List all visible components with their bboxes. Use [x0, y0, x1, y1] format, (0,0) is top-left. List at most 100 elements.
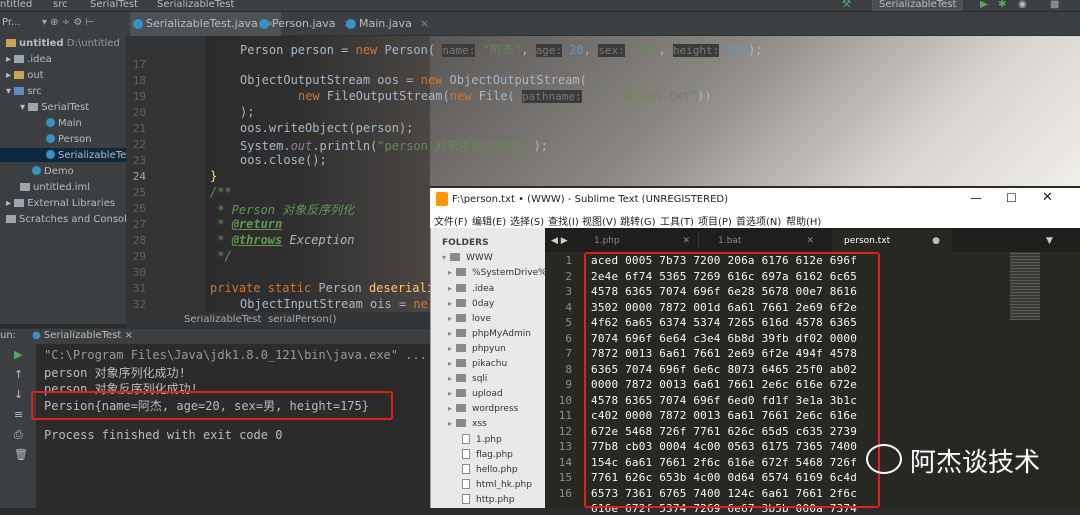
- build-icon[interactable]: ⚒: [842, 0, 851, 10]
- run-tab[interactable]: ● SerializableTest ×: [32, 330, 133, 341]
- tree-item-out[interactable]: ▸ out: [6, 70, 44, 81]
- nav-serialtest[interactable]: SerialTest: [90, 0, 138, 10]
- menu-tools[interactable]: 工具(T): [660, 213, 694, 228]
- stop-icon[interactable]: ■: [1050, 0, 1059, 10]
- file-icon: [462, 464, 470, 474]
- sublime-tab[interactable]: 1.php ✕: [594, 232, 699, 250]
- nav-project[interactable]: ntitled: [0, 0, 32, 10]
- tree-item-serialtest[interactable]: ▾ SerialTest: [20, 102, 89, 113]
- rerun-icon[interactable]: ▶: [14, 348, 22, 361]
- close-icon[interactable]: ✕: [1042, 190, 1053, 205]
- line-number: 13: [558, 440, 572, 453]
- line-number: 29: [132, 250, 146, 263]
- file-item[interactable]: http.php: [462, 494, 514, 505]
- folder-item[interactable]: ▸ .idea: [448, 284, 494, 294]
- line-number: 24: [132, 170, 146, 183]
- code-line: oos.close();: [240, 153, 327, 167]
- folder-item[interactable]: ▸ phpMyAdmin: [448, 329, 531, 339]
- menu-find[interactable]: 查找(I): [548, 213, 579, 228]
- maximize-icon[interactable]: ☐: [1006, 191, 1017, 205]
- tab-nav-arrows-icon[interactable]: ◀ ▶: [551, 232, 568, 250]
- coverage-icon[interactable]: ◉: [1018, 0, 1027, 10]
- file-item[interactable]: html_hk.php: [462, 479, 532, 490]
- minimize-icon[interactable]: —: [970, 191, 982, 205]
- class-icon: ●: [32, 330, 44, 341]
- menu-preferences[interactable]: 首选项(N): [736, 213, 781, 228]
- class-icon: [133, 19, 143, 29]
- folder-item[interactable]: ▸ sqli: [448, 374, 487, 384]
- close-icon[interactable]: ×: [420, 17, 429, 30]
- line-number: 26: [132, 202, 146, 215]
- line-number: 16: [558, 486, 572, 500]
- folder-icon: [456, 329, 467, 337]
- code-line: * @throws Exception: [210, 233, 355, 247]
- sublime-tab[interactable]: 1.bat ✕: [718, 232, 822, 250]
- folder-item[interactable]: ▸ upload: [448, 389, 503, 399]
- line-number: 18: [132, 74, 146, 87]
- class-icon: [46, 118, 55, 127]
- menu-project[interactable]: 项目(P): [698, 213, 732, 228]
- scratches-icon: [6, 215, 16, 223]
- tree-item-idea[interactable]: ▸ .idea: [6, 54, 52, 65]
- tree-item-demo[interactable]: Demo: [32, 166, 74, 177]
- tree-item-scratches[interactable]: Scratches and Consoles: [6, 214, 138, 225]
- menu-edit[interactable]: 编辑(E): [472, 213, 506, 228]
- tree-item-untitled[interactable]: untitled D:\untitled: [6, 38, 120, 49]
- tree-item-external-libraries[interactable]: ▸ External Libraries: [6, 198, 115, 209]
- file-item[interactable]: 1.php: [462, 434, 502, 445]
- folder-item[interactable]: ▸ phpyun: [448, 344, 506, 354]
- delete-icon[interactable]: 🗑: [14, 448, 28, 461]
- menu-selection[interactable]: 选择(S): [510, 213, 544, 228]
- ide-navbar: ntitled src SerialTest SerializableTest …: [0, 0, 1080, 12]
- print-icon[interactable]: ⎙: [14, 428, 23, 442]
- wrap-icon[interactable]: ≡: [14, 408, 23, 421]
- folder-www[interactable]: ▾ WWW: [442, 253, 493, 263]
- folder-item[interactable]: ▸ %SystemDrive%: [448, 268, 547, 278]
- debug-icon[interactable]: ✱: [998, 0, 1006, 10]
- console-line: person 对象序列化成功!: [44, 366, 186, 380]
- menu-help[interactable]: 帮助(H): [786, 213, 821, 228]
- minimap[interactable]: [1010, 252, 1040, 320]
- sublime-titlebar: F:\person.txt • (WWW) - Sublime Text (UN…: [430, 188, 1080, 212]
- folder-item[interactable]: ▸ pikachu: [448, 359, 507, 369]
- file-icon: [462, 494, 470, 504]
- line-number: 12: [558, 424, 572, 438]
- run-icon[interactable]: ▶: [980, 0, 988, 10]
- folder-icon: [14, 55, 25, 63]
- window-title: F:\person.txt • (WWW) - Sublime Text (UN…: [452, 194, 728, 205]
- file-item[interactable]: flag.php: [462, 449, 513, 460]
- tree-item-main[interactable]: Main: [46, 118, 82, 129]
- code-line: oos.writeObject(person);: [240, 121, 414, 135]
- line-number: 10: [558, 393, 572, 407]
- menu-view[interactable]: 视图(V): [582, 213, 617, 228]
- source-folder-icon: [14, 87, 25, 95]
- tab-dropdown-icon[interactable]: ▼: [1046, 232, 1053, 250]
- scroll-down-icon[interactable]: ↓: [14, 388, 23, 401]
- close-icon[interactable]: ✕: [682, 232, 690, 250]
- tree-item-person[interactable]: Person: [46, 134, 92, 145]
- scroll-up-icon[interactable]: ↑: [14, 368, 23, 381]
- tab-main[interactable]: Main.java ×: [343, 12, 429, 36]
- project-view-options-icon[interactable]: ▾ ⊕ ÷ ⚙ ⊢: [42, 17, 94, 28]
- breadcrumb-class[interactable]: SerializableTest: [184, 314, 261, 325]
- folder-item[interactable]: ▸ love: [448, 314, 491, 324]
- run-config-select[interactable]: SerializableTest: [872, 0, 964, 11]
- file-item[interactable]: hello.php: [462, 464, 518, 475]
- breadcrumb-method[interactable]: serialPerson(): [268, 314, 337, 325]
- run-toolbar: un: ● SerializableTest ×: [0, 328, 430, 344]
- tree-item-iml[interactable]: untitled.iml: [20, 182, 90, 193]
- folder-item[interactable]: ▸ 0day: [448, 299, 494, 309]
- menu-file[interactable]: 文件(F): [434, 213, 468, 228]
- project-header-label[interactable]: Pr...: [2, 17, 21, 28]
- tab-person[interactable]: Person.java×: [256, 12, 353, 36]
- close-icon[interactable]: ✕: [806, 232, 814, 250]
- menu-goto[interactable]: 跳转(G): [620, 213, 656, 228]
- nav-serializabletest[interactable]: SerializableTest: [157, 0, 234, 10]
- nav-src[interactable]: src: [53, 0, 68, 10]
- tree-item-serializabletest[interactable]: SerializableTest: [46, 150, 135, 161]
- sublime-tab-active[interactable]: person.txt ●: [832, 230, 952, 252]
- tab-label: Person.java: [272, 17, 336, 30]
- folder-item[interactable]: ▸ wordpress: [448, 404, 518, 414]
- tree-item-src[interactable]: ▾ src: [6, 86, 42, 97]
- folder-item[interactable]: ▸ xss: [448, 419, 487, 429]
